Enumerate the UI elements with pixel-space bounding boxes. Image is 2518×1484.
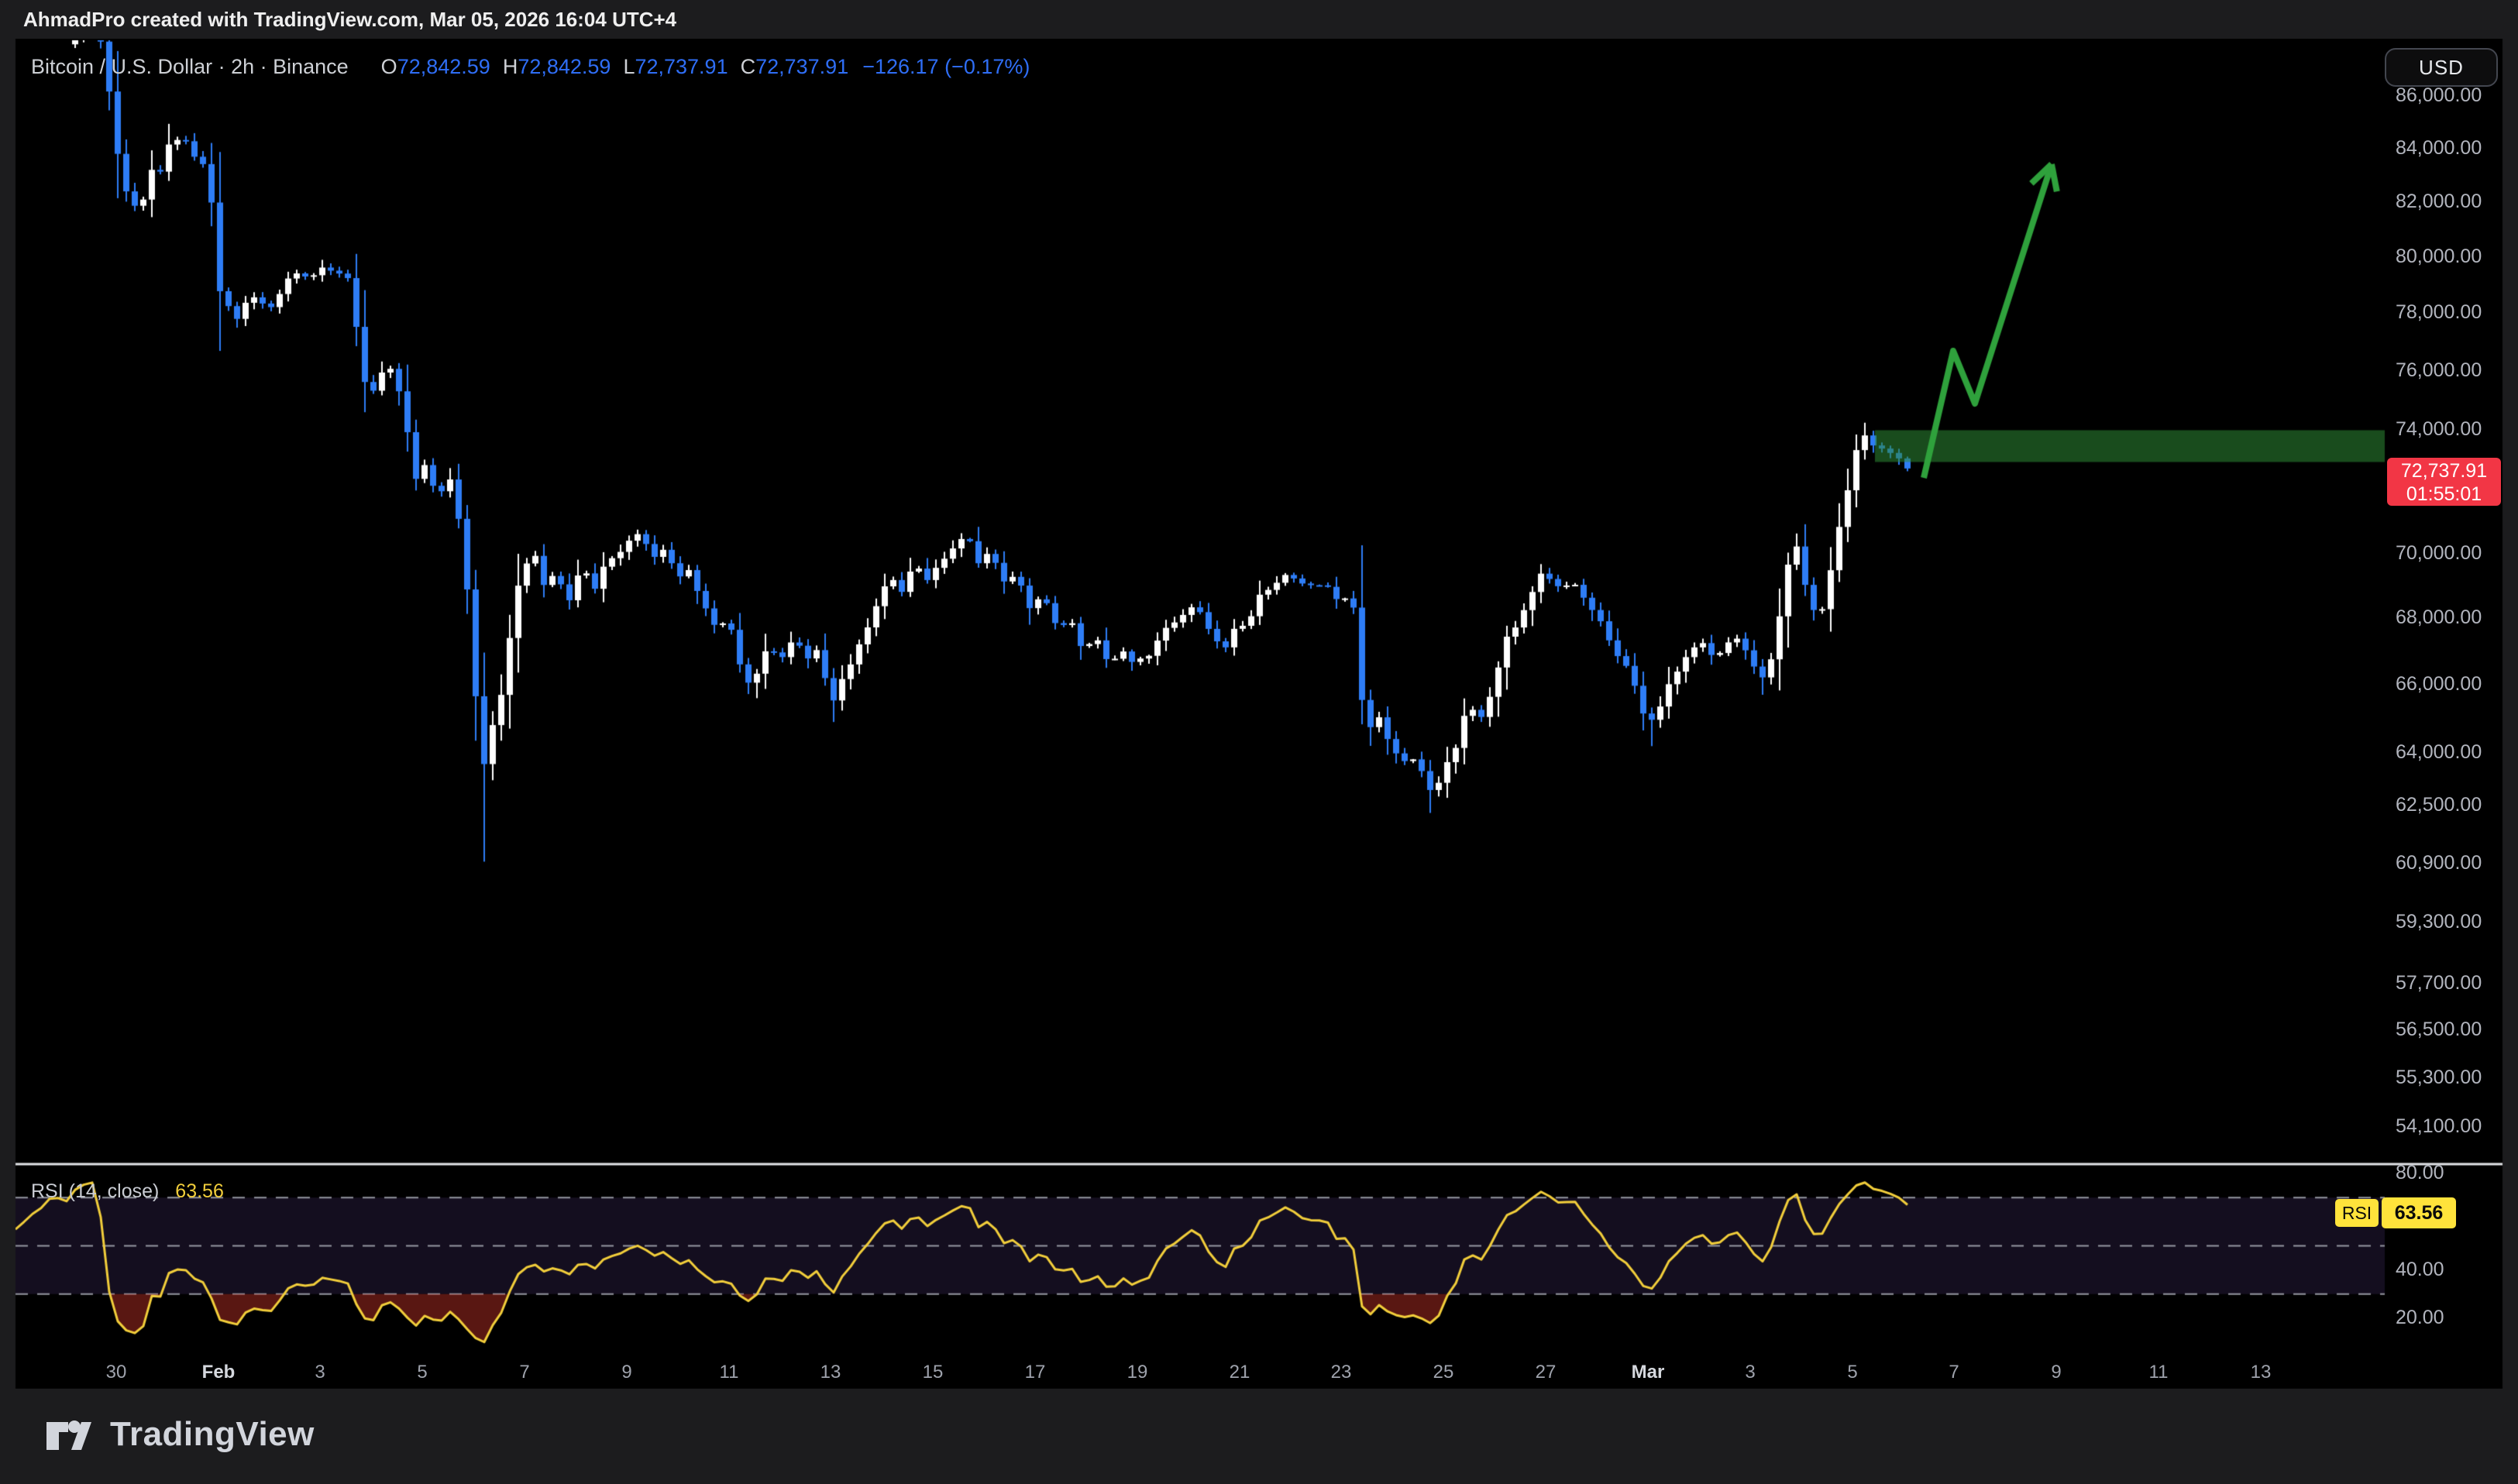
tradingview-logo-icon bbox=[45, 1417, 93, 1451]
time-axis-label: 17 bbox=[1025, 1362, 1046, 1383]
last-price-badge: 72,737.91 01:55:01 bbox=[2387, 458, 2501, 506]
symbol-info-row: Bitcoin / U.S. Dollar · 2h · Binance O 7… bbox=[31, 51, 1030, 82]
low-label: L bbox=[623, 55, 635, 79]
time-axis-label: 21 bbox=[1230, 1362, 1250, 1383]
high-value: 72,842.59 bbox=[518, 55, 611, 79]
price-axis-label: 62,500.00 bbox=[2396, 794, 2512, 816]
rsi-badge: RSI bbox=[2335, 1199, 2379, 1227]
time-axis-label: 15 bbox=[923, 1362, 944, 1383]
time-axis-label: 9 bbox=[2051, 1362, 2061, 1383]
price-axis-label: 55,300.00 bbox=[2396, 1067, 2512, 1089]
price-axis-label: 68,000.00 bbox=[2396, 606, 2512, 629]
time-axis-label: 3 bbox=[315, 1362, 325, 1383]
time-axis-label: 25 bbox=[1433, 1362, 1454, 1383]
price-axis-label: 82,000.00 bbox=[2396, 191, 2512, 213]
rsi-legend-label[interactable]: RSI (14, close) bbox=[31, 1180, 159, 1202]
time-axis-label: 5 bbox=[1847, 1362, 1857, 1383]
open-label: O bbox=[381, 55, 397, 79]
price-axis-label: 56,500.00 bbox=[2396, 1019, 2512, 1041]
time-axis-label: 27 bbox=[1536, 1362, 1557, 1383]
time-axis-label: 11 bbox=[720, 1362, 739, 1383]
time-axis-label: Mar bbox=[1632, 1362, 1665, 1383]
price-axis-label: 76,000.00 bbox=[2396, 359, 2512, 382]
time-axis-label: 13 bbox=[2251, 1362, 2272, 1383]
price-axis-label: 66,000.00 bbox=[2396, 673, 2512, 696]
time-axis-label: 9 bbox=[621, 1362, 631, 1383]
rsi-legend-value: 63.56 bbox=[175, 1180, 224, 1202]
footer-bar: TradingView bbox=[0, 1389, 2518, 1484]
tradingview-wordmark: TradingView bbox=[110, 1415, 315, 1454]
tradingview-brand[interactable]: TradingView bbox=[45, 1415, 315, 1454]
price-axis-label: 84,000.00 bbox=[2396, 137, 2512, 160]
price-axis-label: 78,000.00 bbox=[2396, 301, 2512, 324]
price-axis-label: 64,000.00 bbox=[2396, 741, 2512, 764]
currency-usd-button[interactable]: USD bbox=[2385, 48, 2498, 87]
rsi-axis-label: 80.00 bbox=[2396, 1162, 2512, 1184]
price-axis-label: 80,000.00 bbox=[2396, 246, 2512, 268]
price-axis-label: 70,000.00 bbox=[2396, 542, 2512, 565]
rsi-axis-label: 20.00 bbox=[2396, 1307, 2512, 1329]
price-axis-label: 74,000.00 bbox=[2396, 418, 2512, 441]
high-label: H bbox=[503, 55, 518, 79]
price-axis-label: 86,000.00 bbox=[2396, 84, 2512, 107]
price-axis-label: 57,700.00 bbox=[2396, 972, 2512, 994]
price-axis-label: 60,900.00 bbox=[2396, 852, 2512, 874]
price-chart-canvas[interactable] bbox=[0, 0, 2518, 1484]
change-value: −126.17 (−0.17%) bbox=[862, 55, 1030, 79]
close-value: 72,737.91 bbox=[755, 55, 848, 79]
attribution-bar: AhmadPro created with TradingView.com, M… bbox=[0, 0, 2518, 39]
bar-countdown: 01:55:01 bbox=[2387, 483, 2501, 506]
time-axis-label: 30 bbox=[106, 1362, 127, 1383]
open-value: 72,842.59 bbox=[397, 55, 490, 79]
time-axis-label: 3 bbox=[1745, 1362, 1755, 1383]
low-value: 72,737.91 bbox=[635, 55, 728, 79]
last-price-value: 72,737.91 bbox=[2387, 459, 2501, 483]
rsi-axis-label: 40.00 bbox=[2396, 1259, 2512, 1281]
time-axis-label: 5 bbox=[417, 1362, 427, 1383]
time-axis-label: 7 bbox=[519, 1362, 529, 1383]
symbol-title[interactable]: Bitcoin / U.S. Dollar · 2h · Binance bbox=[31, 55, 349, 79]
time-axis-label: 11 bbox=[2149, 1362, 2169, 1383]
price-axis-label: 54,100.00 bbox=[2396, 1115, 2512, 1138]
rsi-legend: RSI (14, close) 63.56 bbox=[31, 1180, 224, 1203]
price-axis-label: 59,300.00 bbox=[2396, 911, 2512, 933]
rsi-value-badge: 63.56 bbox=[2382, 1197, 2456, 1228]
time-axis-label: 23 bbox=[1331, 1362, 1352, 1383]
time-axis-label: 13 bbox=[820, 1362, 841, 1383]
tradingview-screenshot: AhmadPro created with TradingView.com, M… bbox=[0, 0, 2518, 1484]
time-axis-label: Feb bbox=[202, 1362, 236, 1383]
time-axis-label: 19 bbox=[1127, 1362, 1148, 1383]
attribution-text: AhmadPro created with TradingView.com, M… bbox=[23, 0, 676, 39]
time-axis-label: 7 bbox=[1949, 1362, 1959, 1383]
close-label: C bbox=[741, 55, 756, 79]
